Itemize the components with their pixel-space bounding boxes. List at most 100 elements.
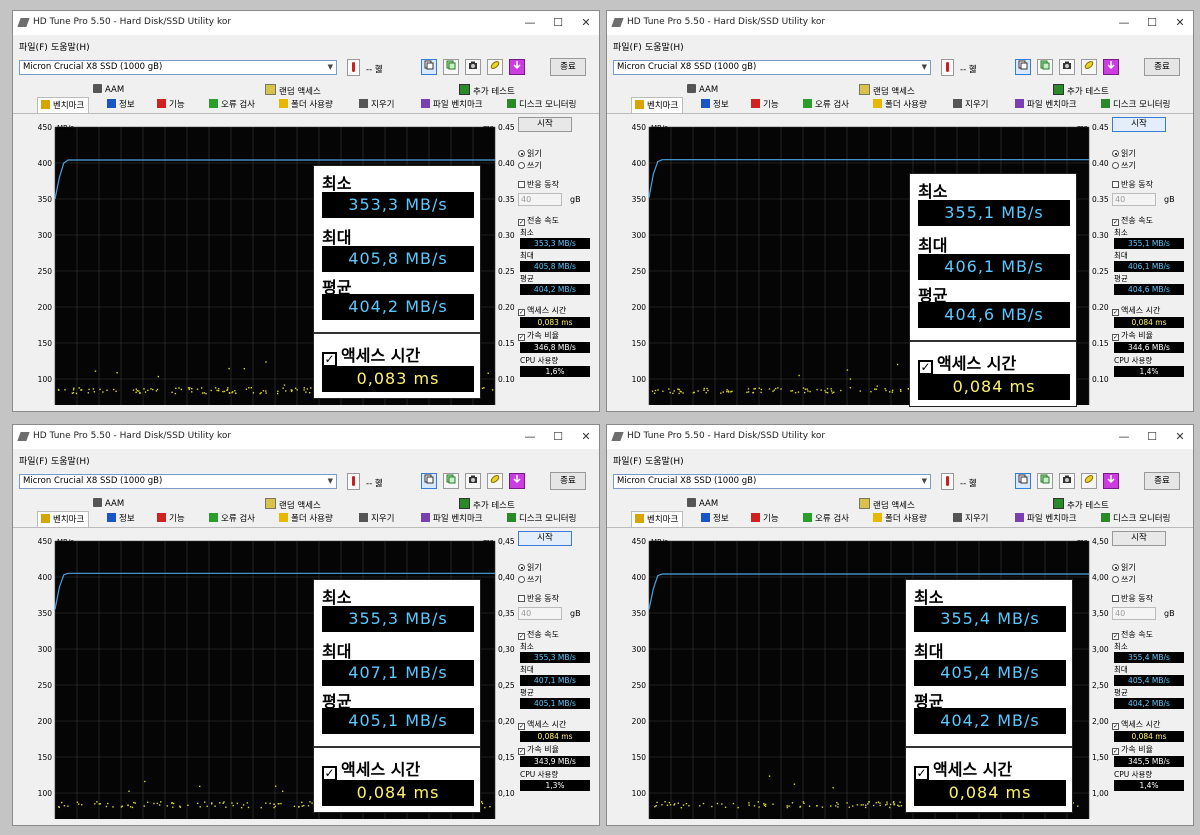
menu-file[interactable]: 파일(F) <box>613 40 642 53</box>
tab-file-bench[interactable]: 파일 벤치마크 <box>421 98 483 110</box>
close-button[interactable]: ✕ <box>1167 428 1193 446</box>
drive-select[interactable]: Micron Crucial X8 SSD (1000 gB) ▼ <box>613 60 931 75</box>
start-button[interactable]: 시작 <box>1112 531 1166 546</box>
tab-random-access[interactable]: 랜덤 액세스 <box>859 498 915 511</box>
tab-plus[interactable]: 기능 <box>751 98 779 110</box>
quit-button[interactable]: 종료 <box>550 472 586 490</box>
tab-file-bench[interactable]: 파일 벤치마크 <box>1015 98 1077 110</box>
copy-green-icon[interactable] <box>1037 473 1053 489</box>
copy-green-icon[interactable] <box>443 59 459 75</box>
tab-random-access[interactable]: 랜덤 액세스 <box>265 498 321 511</box>
tab-trash[interactable]: 지우기 <box>953 98 988 110</box>
tab-folder[interactable]: 폴더 사용량 <box>873 98 927 110</box>
tab-extra-tests[interactable]: 추가 테스트 <box>459 84 515 97</box>
write-radio[interactable]: 쓰기 <box>518 574 542 585</box>
menu-file[interactable]: 파일(F) <box>613 454 642 467</box>
minimize-button[interactable]: — <box>1111 14 1137 32</box>
quit-button[interactable]: 종료 <box>550 58 586 76</box>
copy-icon[interactable] <box>421 473 437 489</box>
tab-file-bench[interactable]: 파일 벤치마크 <box>421 512 483 524</box>
tab-bulb[interactable]: 벤치마크 <box>631 97 684 113</box>
minimize-button[interactable]: — <box>1111 428 1137 446</box>
download-icon[interactable] <box>509 59 525 75</box>
start-button[interactable]: 시작 <box>1112 117 1166 132</box>
maximize-button[interactable]: ☐ <box>1139 428 1165 446</box>
maximize-button[interactable]: ☐ <box>1139 14 1165 32</box>
block-size-spinner[interactable]: 40 <box>1112 607 1156 620</box>
tab-bulb[interactable]: 벤치마크 <box>631 511 684 527</box>
burst-rate-checkbox[interactable]: ✓ 가속 비율 <box>518 744 559 755</box>
copy-green-icon[interactable] <box>1037 59 1053 75</box>
tab-monitor[interactable]: 디스크 모니터링 <box>1101 98 1170 110</box>
pill-icon[interactable] <box>487 59 503 75</box>
tab-extra-tests[interactable]: 추가 테스트 <box>459 498 515 511</box>
tab-magnifier[interactable]: 오류 검사 <box>209 98 255 110</box>
start-button[interactable]: 시작 <box>518 117 572 132</box>
tab-aam[interactable]: AAM <box>93 498 124 509</box>
access-time-checkbox[interactable]: ✓ 액세스 시간 <box>518 305 566 316</box>
camera-icon[interactable] <box>465 59 481 75</box>
write-radio[interactable]: 쓰기 <box>1112 160 1136 171</box>
quit-button[interactable]: 종료 <box>1144 58 1180 76</box>
tab-random-access[interactable]: 랜덤 액세스 <box>265 84 321 97</box>
pill-icon[interactable] <box>1081 473 1097 489</box>
block-size-checkbox[interactable]: 반응 동작 <box>518 179 559 190</box>
read-radio[interactable]: 읽기 <box>1112 148 1136 159</box>
block-size-spinner[interactable]: 40 <box>518 193 562 206</box>
pill-icon[interactable] <box>487 473 503 489</box>
transfer-rate-checkbox[interactable]: ✓ 전송 속도 <box>518 629 559 640</box>
tab-plus[interactable]: 기능 <box>157 98 185 110</box>
transfer-rate-checkbox[interactable]: ✓ 전송 속도 <box>1112 215 1153 226</box>
access-time-checkbox[interactable]: ✓ 액세스 시간 <box>518 719 566 730</box>
minimize-button[interactable]: — <box>517 428 543 446</box>
maximize-button[interactable]: ☐ <box>545 428 571 446</box>
tab-folder[interactable]: 폴더 사용량 <box>873 512 927 524</box>
camera-icon[interactable] <box>1059 473 1075 489</box>
drive-select[interactable]: Micron Crucial X8 SSD (1000 gB) ▼ <box>19 474 337 489</box>
menu-file[interactable]: 파일(F) <box>19 454 48 467</box>
menu-help[interactable]: 도움말(H) <box>51 40 90 53</box>
block-size-checkbox[interactable]: 반응 동작 <box>1112 179 1153 190</box>
drive-select[interactable]: Micron Crucial X8 SSD (1000 gB) ▼ <box>19 60 337 75</box>
block-size-spinner[interactable]: 40 <box>1112 193 1156 206</box>
read-radio[interactable]: 읽기 <box>518 562 542 573</box>
read-radio[interactable]: 읽기 <box>1112 562 1136 573</box>
tab-bulb[interactable]: 벤치마크 <box>37 97 90 113</box>
burst-rate-checkbox[interactable]: ✓ 가속 비율 <box>1112 744 1153 755</box>
transfer-rate-checkbox[interactable]: ✓ 전송 속도 <box>1112 629 1153 640</box>
maximize-button[interactable]: ☐ <box>545 14 571 32</box>
quit-button[interactable]: 종료 <box>1144 472 1180 490</box>
tab-aam[interactable]: AAM <box>687 498 718 509</box>
write-radio[interactable]: 쓰기 <box>518 160 542 171</box>
tab-plus[interactable]: 기능 <box>157 512 185 524</box>
tab-random-access[interactable]: 랜덤 액세스 <box>859 84 915 97</box>
tab-magnifier[interactable]: 오류 검사 <box>803 98 849 110</box>
read-radio[interactable]: 읽기 <box>518 148 542 159</box>
tab-plus[interactable]: 기능 <box>751 512 779 524</box>
camera-icon[interactable] <box>465 473 481 489</box>
copy-icon[interactable] <box>1015 59 1031 75</box>
tab-info[interactable]: 정보 <box>701 512 729 524</box>
tab-folder[interactable]: 폴더 사용량 <box>279 98 333 110</box>
tab-file-bench[interactable]: 파일 벤치마크 <box>1015 512 1077 524</box>
block-size-spinner[interactable]: 40 <box>518 607 562 620</box>
tab-aam[interactable]: AAM <box>93 84 124 95</box>
close-button[interactable]: ✕ <box>573 428 599 446</box>
menu-help[interactable]: 도움말(H) <box>645 454 684 467</box>
menu-help[interactable]: 도움말(H) <box>645 40 684 53</box>
tab-trash[interactable]: 지우기 <box>359 98 394 110</box>
tab-extra-tests[interactable]: 추가 테스트 <box>1053 498 1109 511</box>
copy-icon[interactable] <box>1015 473 1031 489</box>
drive-select[interactable]: Micron Crucial X8 SSD (1000 gB) ▼ <box>613 474 931 489</box>
tab-magnifier[interactable]: 오류 검사 <box>209 512 255 524</box>
close-button[interactable]: ✕ <box>1167 14 1193 32</box>
download-icon[interactable] <box>509 473 525 489</box>
tab-monitor[interactable]: 디스크 모니터링 <box>507 98 576 110</box>
tab-aam[interactable]: AAM <box>687 84 718 95</box>
tab-monitor[interactable]: 디스크 모니터링 <box>507 512 576 524</box>
camera-icon[interactable] <box>1059 59 1075 75</box>
tab-extra-tests[interactable]: 추가 테스트 <box>1053 84 1109 97</box>
download-icon[interactable] <box>1103 59 1119 75</box>
close-button[interactable]: ✕ <box>573 14 599 32</box>
access-time-checkbox[interactable]: ✓ 액세스 시간 <box>1112 719 1160 730</box>
